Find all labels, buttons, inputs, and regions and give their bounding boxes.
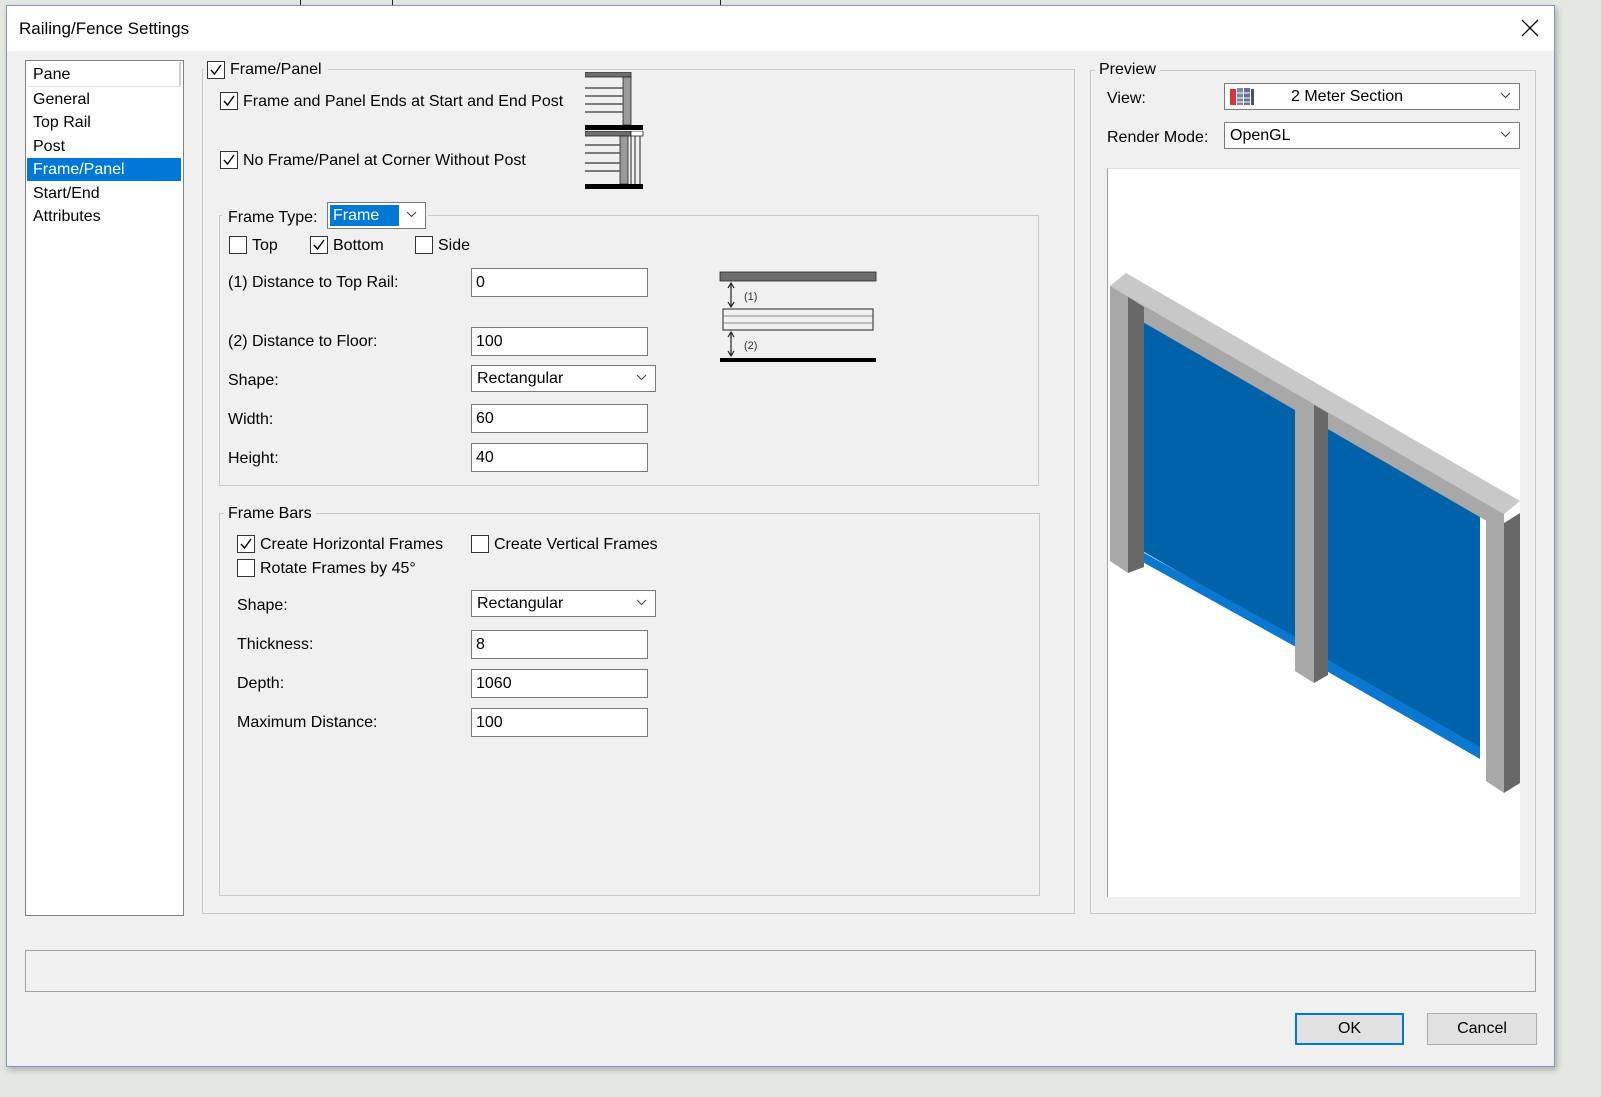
render-mode-label: Render Mode: (1107, 129, 1209, 146)
pane-item-general[interactable]: General (27, 88, 181, 111)
diagram-frame (722, 308, 874, 331)
frame-side-label: Side (438, 237, 471, 254)
frame-width-label: Width: (228, 411, 274, 428)
chevron-down-icon (636, 374, 647, 381)
arrow-two-icon (727, 330, 735, 358)
pane-item-start-end[interactable]: Start/End (27, 182, 181, 205)
frame-shape-label: Shape: (228, 372, 279, 389)
checkmark-icon (223, 95, 235, 107)
close-button[interactable] (1512, 12, 1548, 44)
distance-diagram: (1) (2) (719, 271, 877, 362)
bar-shape-value: Rectangular (477, 595, 564, 612)
left-post-front (1110, 286, 1128, 573)
no-corner-checkbox[interactable] (220, 151, 238, 169)
ends-at-posts-checkbox[interactable] (220, 92, 238, 110)
frame-type-label: Frame Type: (228, 209, 318, 226)
ends-at-posts-label: Frame and Panel Ends at Start and End Po… (243, 93, 564, 110)
ok-button[interactable]: OK (1295, 1013, 1404, 1045)
distance-top-rail-input[interactable]: 0 (471, 268, 648, 297)
pane-item-frame-panel[interactable]: Frame/Panel (27, 158, 181, 181)
railing-fence-settings-dialog: Railing/Fence Settings Pane General Top … (6, 5, 1555, 1067)
checkmark-icon (313, 239, 325, 251)
frame-width-input[interactable]: 60 (471, 404, 648, 433)
pane-item-attributes[interactable]: Attributes (27, 205, 181, 228)
frame-side-checkbox[interactable] (415, 236, 433, 254)
checkmark-icon (240, 538, 252, 550)
render-mode-dropdown[interactable]: OpenGL (1224, 122, 1520, 149)
left-post-side (1128, 297, 1144, 573)
frame-top-checkbox[interactable] (229, 236, 247, 254)
chevron-down-icon (1500, 131, 1511, 138)
chevron-down-icon (1500, 92, 1511, 99)
frame-bars-group-label: Frame Bars (224, 505, 316, 523)
max-distance-label: Maximum Distance: (237, 714, 378, 731)
frame-type-dropdown[interactable]: Frame (327, 202, 426, 229)
pane-item-top-rail[interactable]: Top Rail (27, 111, 181, 134)
bar-shape-dropdown[interactable]: Rectangular (471, 590, 656, 617)
railing-3d-preview (1110, 273, 1520, 793)
preview-group-label: Preview (1095, 61, 1160, 79)
frame-ends-at-post-illustration (585, 72, 643, 130)
vertical-frames-checkbox[interactable] (471, 535, 489, 553)
preview-viewport[interactable] (1107, 168, 1520, 897)
pane-list[interactable]: Pane General Top Rail Post Frame/Panel S… (25, 60, 184, 916)
arrow-one-icon (727, 281, 735, 309)
middle-post-front (1295, 394, 1314, 683)
frame-bottom-label: Bottom (333, 237, 384, 254)
right-post-front (1486, 513, 1504, 793)
horizontal-frames-checkbox[interactable] (237, 535, 255, 553)
diagram-floor (720, 358, 876, 362)
checkmark-icon (223, 154, 235, 166)
rotate-45-label: Rotate Frames by 45° (260, 560, 416, 577)
cancel-button[interactable]: Cancel (1427, 1013, 1537, 1045)
frame-shape-dropdown[interactable]: Rectangular (471, 365, 656, 392)
render-mode-value: OpenGL (1230, 127, 1291, 144)
frame-panel-enable-checkbox[interactable] (207, 61, 225, 79)
no-corner-post-illustration (585, 131, 644, 189)
depth-input[interactable]: 1060 (471, 669, 648, 698)
title-bar: Railing/Fence Settings (7, 6, 1554, 51)
status-bar (25, 950, 1536, 992)
close-icon (1521, 19, 1539, 37)
frame-panel-group-label: Frame/Panel (230, 61, 322, 78)
depth-label: Depth: (237, 675, 285, 692)
distance-top-rail-label: (1) Distance to Top Rail: (228, 274, 399, 291)
diagram-top-rail (719, 271, 877, 282)
frame-type-selected-value: Frame (330, 205, 399, 226)
checkmark-icon (210, 64, 222, 76)
vertical-frames-label: Create Vertical Frames (494, 536, 658, 553)
diagram-label-one: (1) (744, 291, 757, 303)
diagram-label-two: (2) (744, 340, 757, 352)
view-dropdown[interactable]: 2 Meter Section (1224, 83, 1520, 110)
rotate-45-checkbox[interactable] (237, 559, 255, 577)
horizontal-frames-label: Create Horizontal Frames (260, 536, 444, 553)
middle-post-side (1314, 405, 1328, 683)
right-post-side (1504, 513, 1520, 793)
bar-shape-label: Shape: (237, 597, 288, 614)
view-value: 2 Meter Section (1291, 88, 1404, 105)
distance-floor-label: (2) Distance to Floor: (228, 333, 378, 350)
pane-list-header[interactable]: Pane (27, 62, 181, 87)
no-corner-label: No Frame/Panel at Corner Without Post (243, 152, 526, 169)
thickness-input[interactable]: 8 (471, 630, 648, 659)
thickness-label: Thickness: (237, 636, 314, 653)
frame-shape-value: Rectangular (477, 370, 564, 387)
railing-section-icon (1230, 88, 1254, 105)
frame-top-label: Top (252, 237, 278, 254)
frame-bottom-checkbox[interactable] (310, 236, 328, 254)
frame-height-input[interactable]: 40 (471, 443, 648, 472)
chevron-down-icon (636, 599, 647, 606)
max-distance-input[interactable]: 100 (471, 708, 648, 737)
pane-item-post[interactable]: Post (27, 135, 181, 158)
view-label: View: (1107, 90, 1146, 107)
dialog-title: Railing/Fence Settings (19, 19, 190, 38)
distance-floor-input[interactable]: 100 (471, 327, 648, 356)
chevron-down-icon (406, 211, 417, 218)
frame-height-label: Height: (228, 450, 279, 467)
